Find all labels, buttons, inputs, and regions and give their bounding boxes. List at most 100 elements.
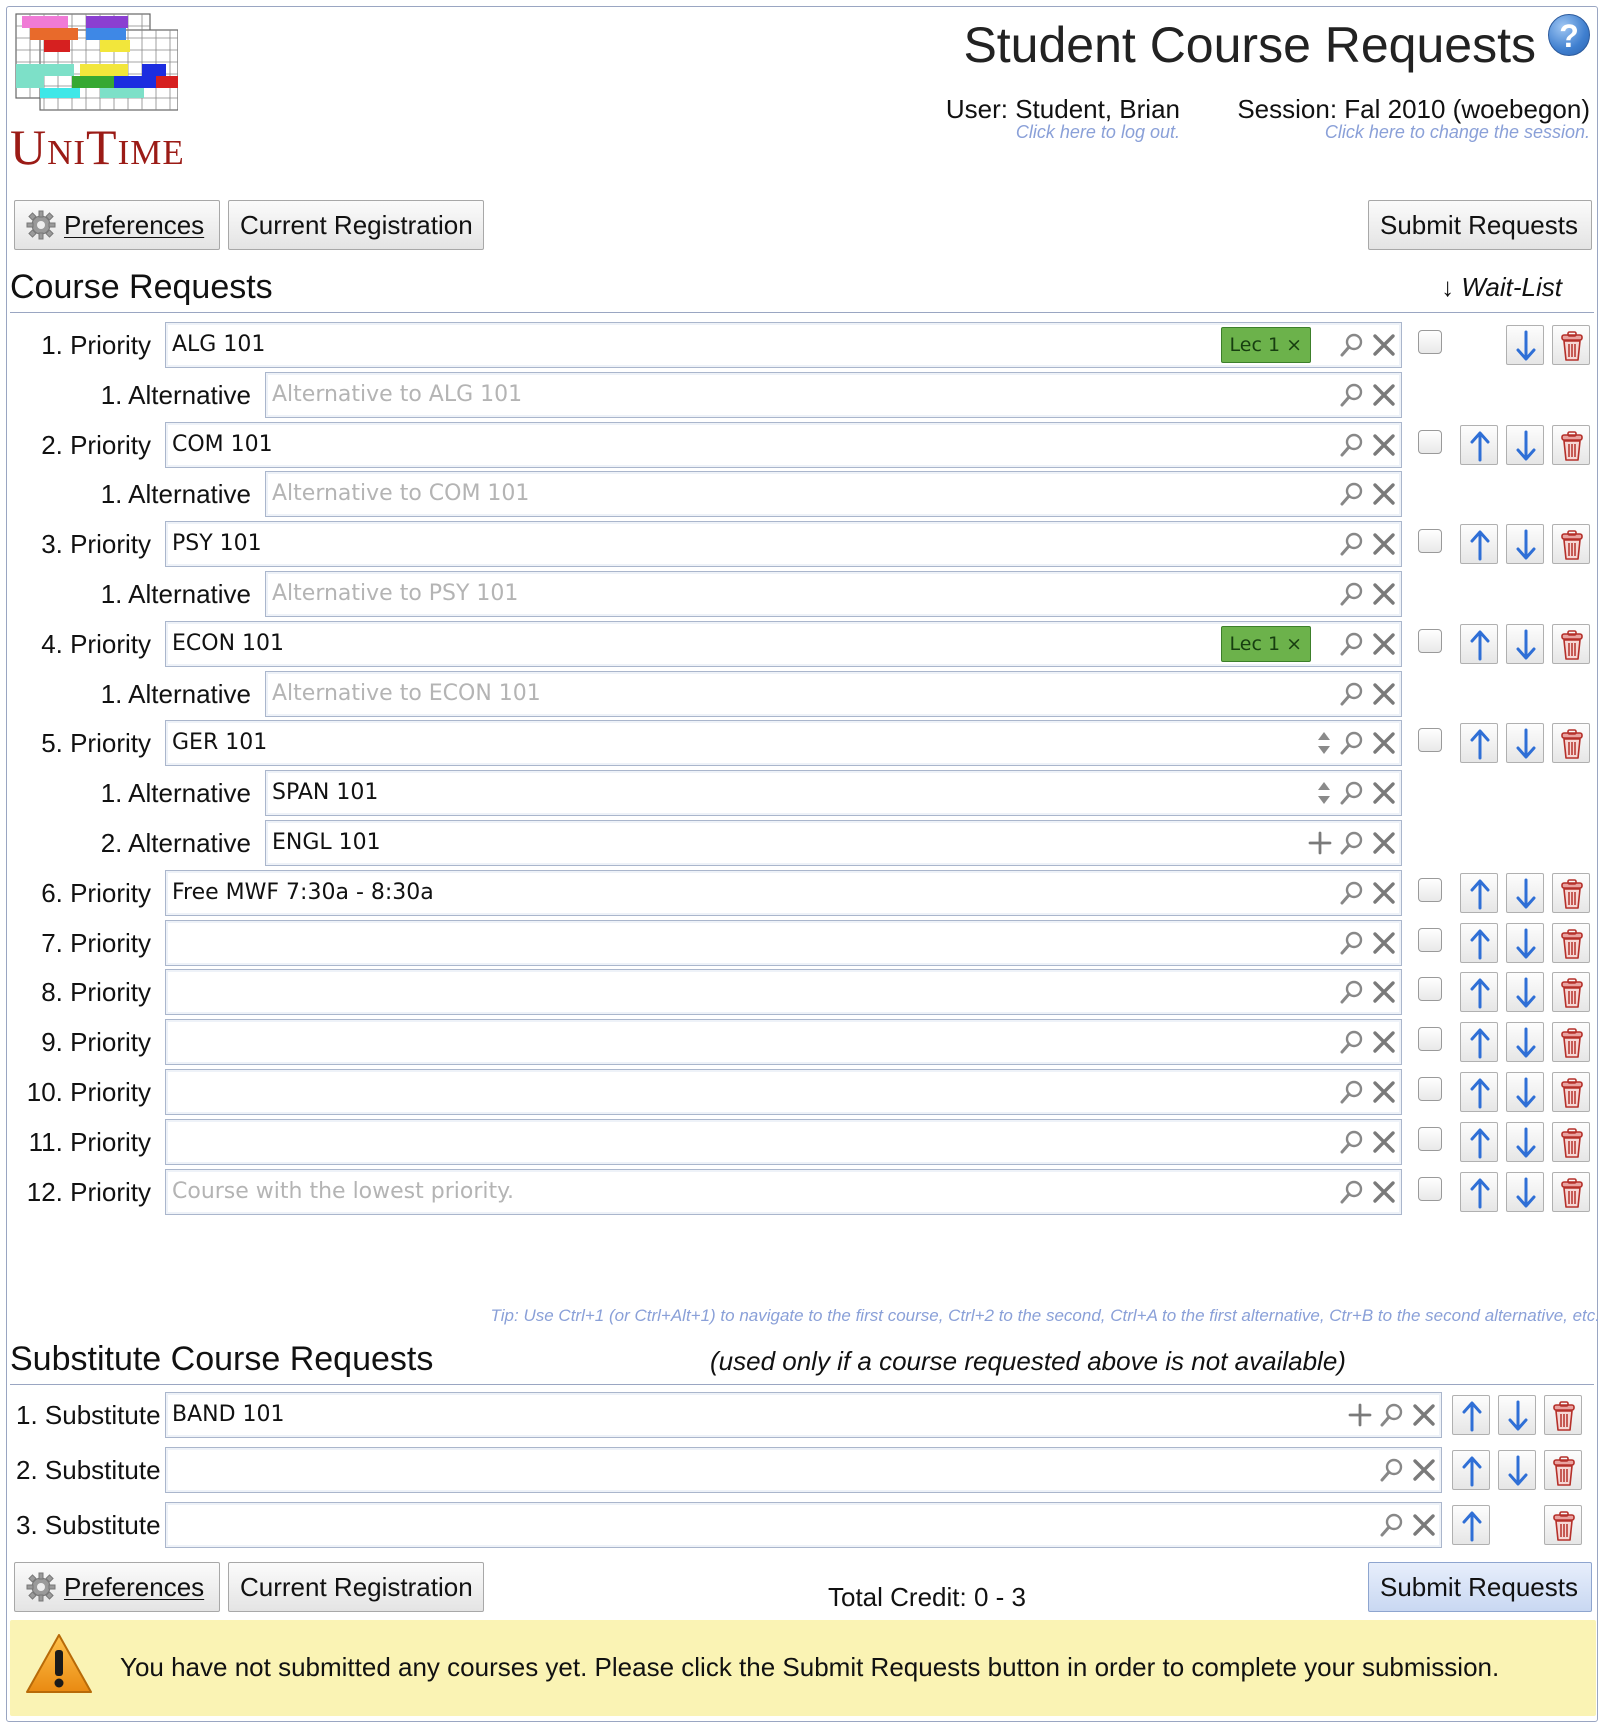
move-down-button[interactable] — [1506, 325, 1544, 365]
search-icon[interactable] — [1339, 382, 1365, 408]
search-icon[interactable] — [1339, 780, 1365, 806]
clear-icon[interactable] — [1371, 681, 1397, 707]
move-down-button[interactable] — [1506, 1072, 1544, 1112]
move-up-button[interactable] — [1452, 1395, 1490, 1435]
move-down-button[interactable] — [1506, 1172, 1544, 1212]
clear-icon[interactable] — [1371, 979, 1397, 1005]
course-request-input[interactable]: ALG 101 Lec 1 × — [165, 322, 1402, 368]
waitlist-checkbox[interactable] — [1418, 330, 1442, 354]
course-request-input[interactable] — [165, 1019, 1402, 1065]
clear-icon[interactable] — [1371, 730, 1397, 756]
plus-icon[interactable] — [1307, 830, 1333, 856]
substitute-course-input[interactable] — [165, 1447, 1442, 1493]
delete-button[interactable] — [1552, 1022, 1590, 1062]
search-icon[interactable] — [1339, 930, 1365, 956]
delete-button[interactable] — [1552, 1072, 1590, 1112]
clear-icon[interactable] — [1371, 581, 1397, 607]
substitute-course-input[interactable] — [165, 1502, 1442, 1548]
logout-link[interactable]: Click here to log out. — [1016, 122, 1180, 143]
substitute-course-input[interactable]: BAND 101 — [165, 1392, 1442, 1438]
search-icon[interactable] — [1339, 1179, 1365, 1205]
delete-button[interactable] — [1544, 1505, 1582, 1545]
clear-icon[interactable] — [1371, 382, 1397, 408]
search-icon[interactable] — [1339, 880, 1365, 906]
alternative-course-input[interactable]: SPAN 101 — [265, 770, 1402, 816]
move-down-button[interactable] — [1498, 1395, 1536, 1435]
course-request-input[interactable] — [165, 1119, 1402, 1165]
waitlist-checkbox[interactable] — [1418, 928, 1442, 952]
search-icon[interactable] — [1339, 481, 1365, 507]
clear-icon[interactable] — [1411, 1457, 1437, 1483]
course-request-input[interactable] — [165, 1069, 1402, 1115]
clear-icon[interactable] — [1411, 1402, 1437, 1428]
course-request-input[interactable] — [165, 920, 1402, 966]
move-up-button[interactable] — [1460, 425, 1498, 465]
waitlist-checkbox[interactable] — [1418, 1127, 1442, 1151]
search-icon[interactable] — [1379, 1512, 1405, 1538]
alternative-course-input[interactable]: ENGL 101 — [265, 820, 1402, 866]
search-icon[interactable] — [1339, 1029, 1365, 1055]
course-request-input[interactable]: Free MWF 7:30a - 8:30a — [165, 870, 1402, 916]
delete-button[interactable] — [1552, 624, 1590, 664]
preferences-button-bottom[interactable]: Preferences — [14, 1562, 220, 1612]
search-icon[interactable] — [1339, 631, 1365, 657]
move-up-button[interactable] — [1460, 624, 1498, 664]
search-icon[interactable] — [1339, 531, 1365, 557]
delete-button[interactable] — [1552, 524, 1590, 564]
clear-icon[interactable] — [1371, 930, 1397, 956]
course-request-input[interactable]: COM 101 — [165, 422, 1402, 468]
alternative-course-input[interactable]: Alternative to ALG 101 — [265, 372, 1402, 418]
current-registration-button-bottom[interactable]: Current Registration — [228, 1562, 484, 1612]
search-icon[interactable] — [1339, 830, 1365, 856]
plus-icon[interactable] — [1347, 1402, 1373, 1428]
course-request-input[interactable]: PSY 101 — [165, 521, 1402, 567]
search-icon[interactable] — [1339, 979, 1365, 1005]
waitlist-checkbox[interactable] — [1418, 430, 1442, 454]
move-up-button[interactable] — [1460, 1122, 1498, 1162]
delete-button[interactable] — [1552, 1122, 1590, 1162]
section-preference-chip[interactable]: Lec 1 × — [1220, 327, 1311, 363]
alternative-course-input[interactable]: Alternative to COM 101 — [265, 471, 1402, 517]
move-up-button[interactable] — [1460, 1172, 1498, 1212]
move-up-button[interactable] — [1452, 1450, 1490, 1490]
alternative-course-input[interactable]: Alternative to PSY 101 — [265, 571, 1402, 617]
course-request-input[interactable]: ECON 101 Lec 1 × — [165, 621, 1402, 667]
delete-button[interactable] — [1552, 972, 1590, 1012]
clear-icon[interactable] — [1371, 830, 1397, 856]
search-icon[interactable] — [1339, 1129, 1365, 1155]
search-icon[interactable] — [1339, 681, 1365, 707]
clear-icon[interactable] — [1371, 432, 1397, 458]
clear-icon[interactable] — [1371, 531, 1397, 557]
search-icon[interactable] — [1379, 1402, 1405, 1428]
clear-icon[interactable] — [1371, 332, 1397, 358]
waitlist-checkbox[interactable] — [1418, 977, 1442, 1001]
move-down-button[interactable] — [1506, 1122, 1544, 1162]
move-up-button[interactable] — [1460, 972, 1498, 1012]
delete-button[interactable] — [1552, 923, 1590, 963]
delete-button[interactable] — [1544, 1395, 1582, 1435]
waitlist-checkbox[interactable] — [1418, 878, 1442, 902]
move-up-button[interactable] — [1460, 923, 1498, 963]
clear-icon[interactable] — [1371, 1129, 1397, 1155]
search-icon[interactable] — [1339, 332, 1365, 358]
updown-icon[interactable] — [1315, 730, 1333, 756]
move-up-button[interactable] — [1452, 1505, 1490, 1545]
preferences-button[interactable]: Preferences — [14, 200, 220, 250]
move-up-button[interactable] — [1460, 873, 1498, 913]
move-down-button[interactable] — [1506, 873, 1544, 913]
clear-icon[interactable] — [1371, 780, 1397, 806]
search-icon[interactable] — [1339, 1079, 1365, 1105]
delete-button[interactable] — [1552, 325, 1590, 365]
waitlist-checkbox[interactable] — [1418, 529, 1442, 553]
submit-requests-button[interactable]: Submit Requests — [1368, 200, 1592, 250]
clear-icon[interactable] — [1411, 1512, 1437, 1538]
clear-icon[interactable] — [1371, 481, 1397, 507]
move-down-button[interactable] — [1506, 1022, 1544, 1062]
updown-icon[interactable] — [1315, 780, 1333, 806]
course-request-input[interactable]: Course with the lowest priority. — [165, 1169, 1402, 1215]
move-up-button[interactable] — [1460, 1072, 1498, 1112]
search-icon[interactable] — [1339, 581, 1365, 607]
change-session-link[interactable]: Click here to change the session. — [1325, 122, 1590, 143]
delete-button[interactable] — [1552, 723, 1590, 763]
section-preference-chip[interactable]: Lec 1 × — [1220, 626, 1311, 662]
